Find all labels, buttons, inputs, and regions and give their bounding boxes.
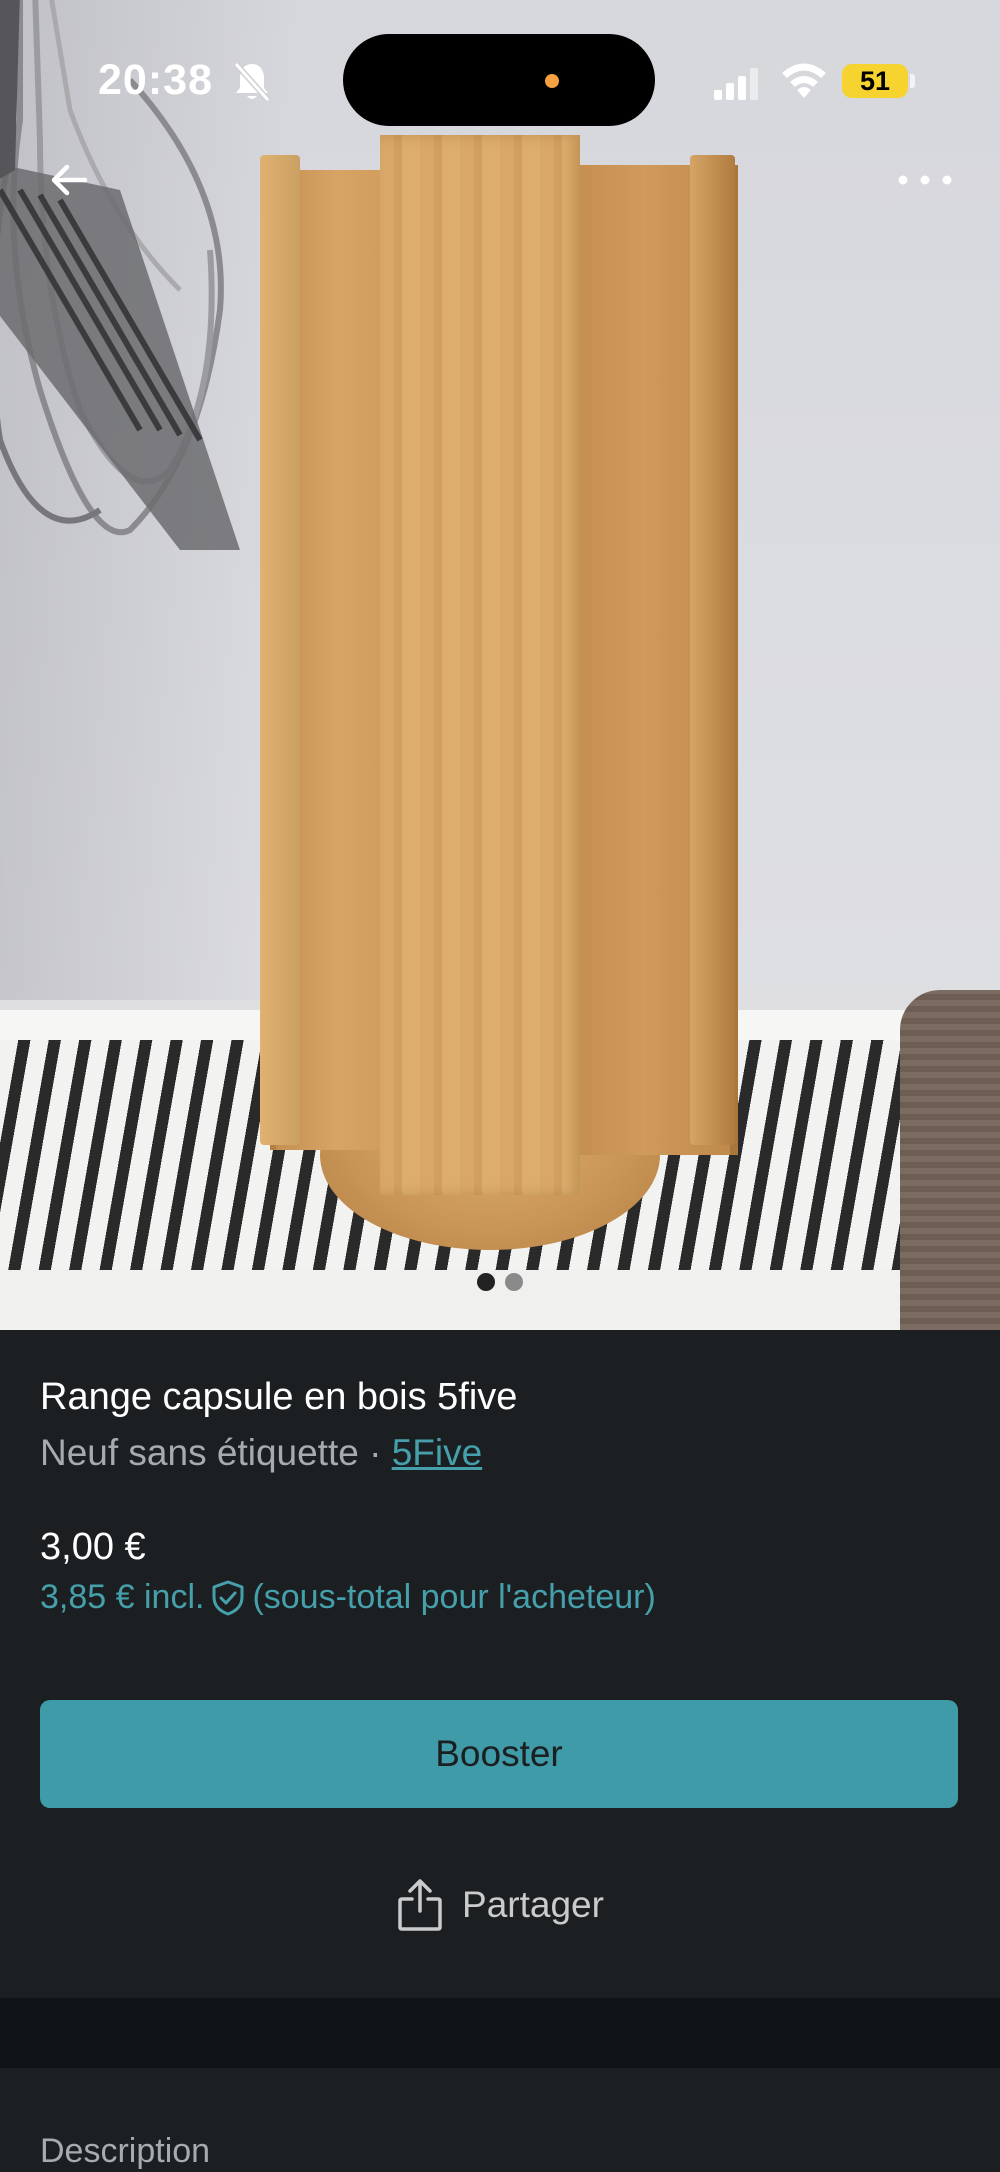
item-condition: Neuf sans étiquette · bbox=[40, 1432, 392, 1473]
camera-indicator-icon bbox=[545, 74, 559, 88]
share-button[interactable]: Partager bbox=[0, 1855, 1000, 1955]
price-incl-value: 3,85 € incl. bbox=[40, 1578, 205, 1616]
pagination-dot-active[interactable] bbox=[477, 1273, 495, 1291]
bell-slash-icon bbox=[233, 62, 271, 102]
arrow-left-icon[interactable] bbox=[45, 155, 95, 205]
product-photo[interactable] bbox=[0, 0, 1000, 1330]
price-incl-note: (sous-total pour l'acheteur) bbox=[252, 1578, 656, 1616]
section-divider bbox=[0, 1998, 1000, 2068]
wifi-icon bbox=[782, 63, 826, 98]
status-time: 20:38 bbox=[98, 56, 213, 104]
brand-link[interactable]: 5Five bbox=[392, 1432, 482, 1473]
item-info-panel: Range capsule en bois 5five Neuf sans ét… bbox=[0, 1330, 1000, 1998]
gallery-pagination bbox=[0, 1273, 1000, 1291]
booster-button[interactable]: Booster bbox=[40, 1700, 958, 1808]
dynamic-island bbox=[343, 34, 655, 126]
more-horizontal-icon[interactable] bbox=[895, 170, 955, 190]
description-heading: Description bbox=[40, 2132, 211, 2170]
shield-check-icon bbox=[212, 1580, 244, 1615]
battery-cap bbox=[910, 74, 915, 88]
status-bar: 20:38 51 bbox=[0, 0, 1000, 160]
item-title: Range capsule en bois 5five bbox=[40, 1376, 518, 1418]
price-including-protection[interactable]: 3,85 € incl. (sous-total pour l'acheteur… bbox=[40, 1578, 656, 1617]
item-price: 3,00 € bbox=[40, 1526, 146, 1568]
description-section: Description bbox=[0, 2068, 1000, 2172]
signal-icon bbox=[714, 68, 758, 100]
pagination-dot[interactable] bbox=[505, 1273, 523, 1291]
battery-icon: 51 bbox=[842, 64, 908, 98]
item-subtitle: Neuf sans étiquette · 5Five bbox=[40, 1432, 482, 1474]
wooden-capsule-holder-image bbox=[260, 135, 740, 1265]
share-label: Partager bbox=[462, 1884, 604, 1925]
share-icon bbox=[398, 1879, 442, 1931]
